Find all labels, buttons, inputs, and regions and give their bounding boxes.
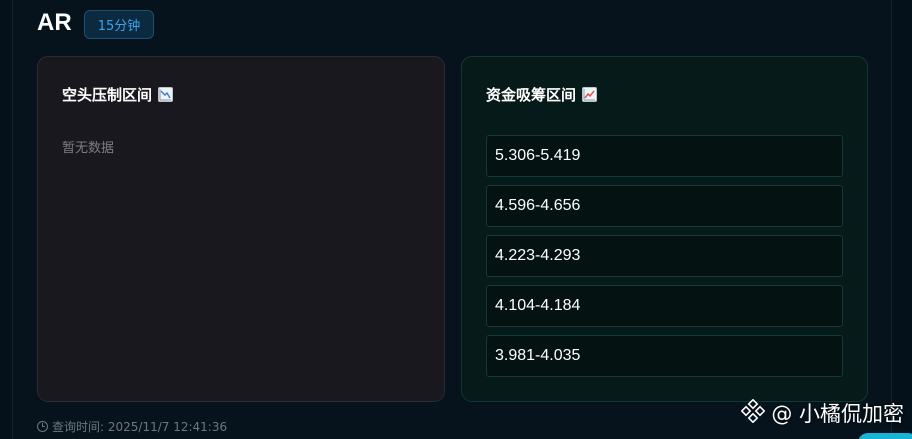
- chart-increasing-icon: [582, 87, 598, 102]
- short-pressure-panel: 空头压制区间 暂无数据: [37, 56, 445, 402]
- watermark-text: @ 小橘侃加密: [771, 402, 904, 426]
- empty-state-text: 暂无数据: [62, 141, 115, 156]
- range-item: 5.306-5.419: [486, 135, 843, 177]
- symbol-title: AR: [37, 9, 72, 36]
- range-item: 4.596-4.656: [486, 185, 843, 227]
- watermark: @ 小橘侃加密: [740, 398, 904, 428]
- chart-decreasing-icon: [158, 87, 174, 102]
- floating-button[interactable]: [858, 433, 912, 439]
- range-item: 4.104-4.184: [486, 285, 843, 327]
- diamond-logo-icon: [740, 398, 766, 428]
- range-item: 4.223-4.293: [486, 235, 843, 277]
- long-panel-title: 资金吸筹区间: [486, 84, 598, 105]
- range-item: 3.981-4.035: [486, 335, 843, 377]
- long-panel-title-text: 资金吸筹区间: [486, 86, 577, 104]
- query-time-text: 查询时间: 2025/11/7 12:41:36: [52, 420, 228, 434]
- short-panel-title-text: 空头压制区间: [62, 86, 153, 104]
- accumulation-panel: 资金吸筹区间 5.306-5.419 4.596-4.656 4.223-4.2…: [461, 56, 868, 402]
- clock-icon: [37, 421, 48, 432]
- query-time: 查询时间: 2025/11/7 12:41:36: [37, 418, 227, 435]
- range-list: 5.306-5.419 4.596-4.656 4.223-4.293 4.10…: [486, 135, 843, 377]
- short-panel-title: 空头压制区间: [62, 84, 174, 105]
- timeframe-badge[interactable]: 15分钟: [84, 10, 154, 39]
